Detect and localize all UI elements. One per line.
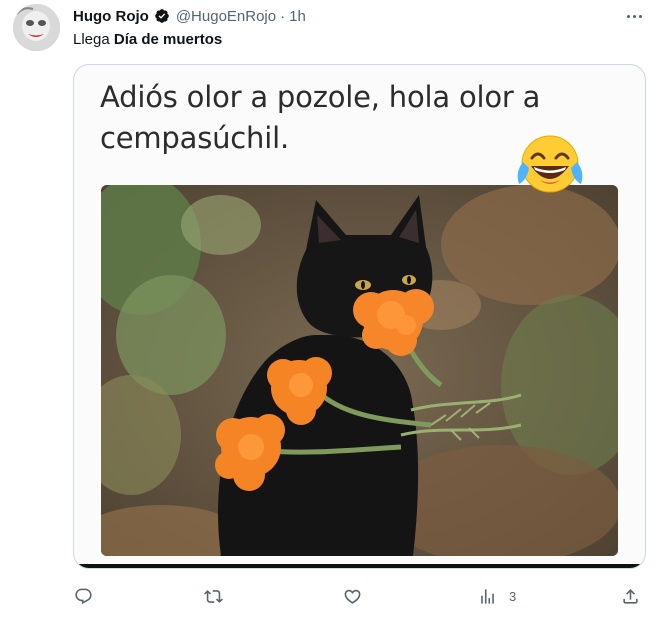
tears-of-joy-emoji [515,132,585,194]
views-count: 3 [509,588,517,604]
views-bar-chart-icon [478,587,497,606]
user-handle[interactable]: @HugoEnRojo [176,8,276,25]
reply-button[interactable] [74,584,93,608]
like-button[interactable] [343,584,362,608]
tweet-card[interactable]: Hugo Rojo @HugoEnRojo · 1h Llega Día de … [0,0,667,620]
views-button[interactable]: 3 [478,584,516,608]
separator-dot: · [280,7,286,25]
display-name[interactable]: Hugo Rojo [73,8,149,25]
retweet-button[interactable] [204,584,223,608]
verified-badge-icon [154,8,170,24]
more-horizontal-icon[interactable] [620,8,648,24]
tweet-text: Llega Día de muertos [73,31,222,48]
tweet-text-bold: Día de muertos [113,31,223,48]
cat-photo [101,185,618,556]
avatar[interactable] [13,4,60,51]
tweet-text-prefix: Llega [73,31,114,48]
meme-caption: Adiós olor a pozole, hola olor a cempasú… [100,80,541,155]
media-bottom-bar [74,564,645,568]
share-button[interactable] [621,584,640,608]
timestamp[interactable]: 1h [289,8,306,25]
action-bar: 3 [0,580,667,612]
tweet-media[interactable]: Adiós olor a pozole, hola olor a cempasú… [73,64,646,569]
tweet-header: Hugo Rojo @HugoEnRojo · 1h [73,6,306,26]
avatar-image [13,4,60,51]
retweet-icon [204,587,223,606]
reply-icon [74,587,93,606]
heart-icon [343,587,362,606]
share-upload-icon [621,587,640,606]
